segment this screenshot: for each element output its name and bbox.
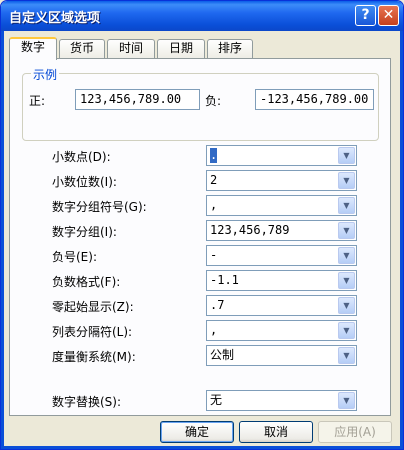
title-bar[interactable]: 自定义区域选项 ? ✕ [1,1,403,31]
tab-sort[interactable]: 排序 [207,39,253,58]
example-group-title: 示例 [31,66,60,83]
dropdown-arrow-icon[interactable]: ▼ [338,392,355,409]
digit-substitution-value: 无 [210,393,223,407]
list-separator-label: 列表分隔符(L): [52,325,133,339]
dropdown-arrow-icon[interactable]: ▼ [338,322,355,339]
dropdown-arrow-icon[interactable]: ▼ [338,272,355,289]
leading-zero-value: .7 [210,298,225,312]
measurement-system-value: 公制 [210,348,235,362]
dropdown-arrow-icon[interactable]: ▼ [338,297,355,314]
window-border-right [400,31,403,449]
digit-grouping-combo[interactable]: 123,456,789 ▼ [206,220,357,241]
window-border-left [1,31,4,449]
dropdown-arrow-icon[interactable]: ▼ [338,347,355,364]
negative-format-value: -1.1 [210,273,239,287]
example-group: 示例 正: 123,456,789.00 负: -123,456,789.00 [22,66,379,141]
dropdown-arrow-icon[interactable]: ▼ [338,172,355,189]
negative-example: -123,456,789.00 [255,89,374,110]
leading-zero-label: 零起始显示(Z): [52,300,134,314]
close-button[interactable]: ✕ [378,5,399,26]
digit-grouping-value: 123,456,789 [210,223,290,237]
dropdown-arrow-icon[interactable]: ▼ [338,197,355,214]
list-separator-combo[interactable]: , ▼ [206,320,357,341]
cancel-button[interactable]: 取消 [239,421,313,443]
negative-label: 负: [205,94,222,108]
decimal-digits-combo[interactable]: 2 ▼ [206,170,357,191]
window-title: 自定义区域选项 [9,11,101,26]
dropdown-arrow-icon[interactable]: ▼ [338,247,355,264]
ok-button[interactable]: 确定 [160,421,234,443]
decimal-symbol-combo[interactable]: . ▼ [206,145,357,166]
leading-zero-combo[interactable]: .7 ▼ [206,295,357,316]
tab-date[interactable]: 日期 [157,39,205,58]
decimal-symbol-label: 小数点(D): [52,150,111,164]
dropdown-arrow-icon[interactable]: ▼ [338,222,355,239]
apply-button[interactable]: 应用(A) [318,421,392,443]
positive-example: 123,456,789.00 [75,89,200,110]
dropdown-arrow-icon[interactable]: ▼ [338,147,355,164]
help-button[interactable]: ? [355,5,376,26]
measurement-system-label: 度量衡系统(M): [52,350,136,364]
tab-time[interactable]: 时间 [107,39,155,58]
tab-panel-number: 示例 正: 123,456,789.00 负: -123,456,789.00 … [9,58,391,416]
window-border-bottom [1,446,403,449]
negative-sign-combo[interactable]: - ▼ [206,245,357,266]
decimal-symbol-value: . [210,148,218,163]
positive-label: 正: [29,94,46,108]
dialog-window: 自定义区域选项 ? ✕ 数字 货币 时间 日期 排序 示例 正: 123,456… [0,0,404,450]
negative-sign-label: 负号(E): [52,250,97,264]
list-separator-value: , [210,323,218,337]
measurement-system-combo[interactable]: 公制 ▼ [206,345,357,366]
grouping-symbol-value: , [210,198,218,212]
tab-number[interactable]: 数字 [9,37,57,60]
tab-currency[interactable]: 货币 [59,39,105,58]
decimal-digits-value: 2 [210,173,218,187]
digit-substitution-label: 数字替换(S): [52,395,122,409]
negative-format-combo[interactable]: -1.1 ▼ [206,270,357,291]
negative-sign-value: - [210,248,218,262]
grouping-symbol-combo[interactable]: , ▼ [206,195,357,216]
grouping-symbol-label: 数字分组符号(G): [52,200,147,214]
decimal-digits-label: 小数位数(I): [52,175,117,189]
digit-grouping-label: 数字分组(I): [52,225,117,239]
negative-format-label: 负数格式(F): [52,275,121,289]
digit-substitution-combo[interactable]: 无 ▼ [206,390,357,411]
